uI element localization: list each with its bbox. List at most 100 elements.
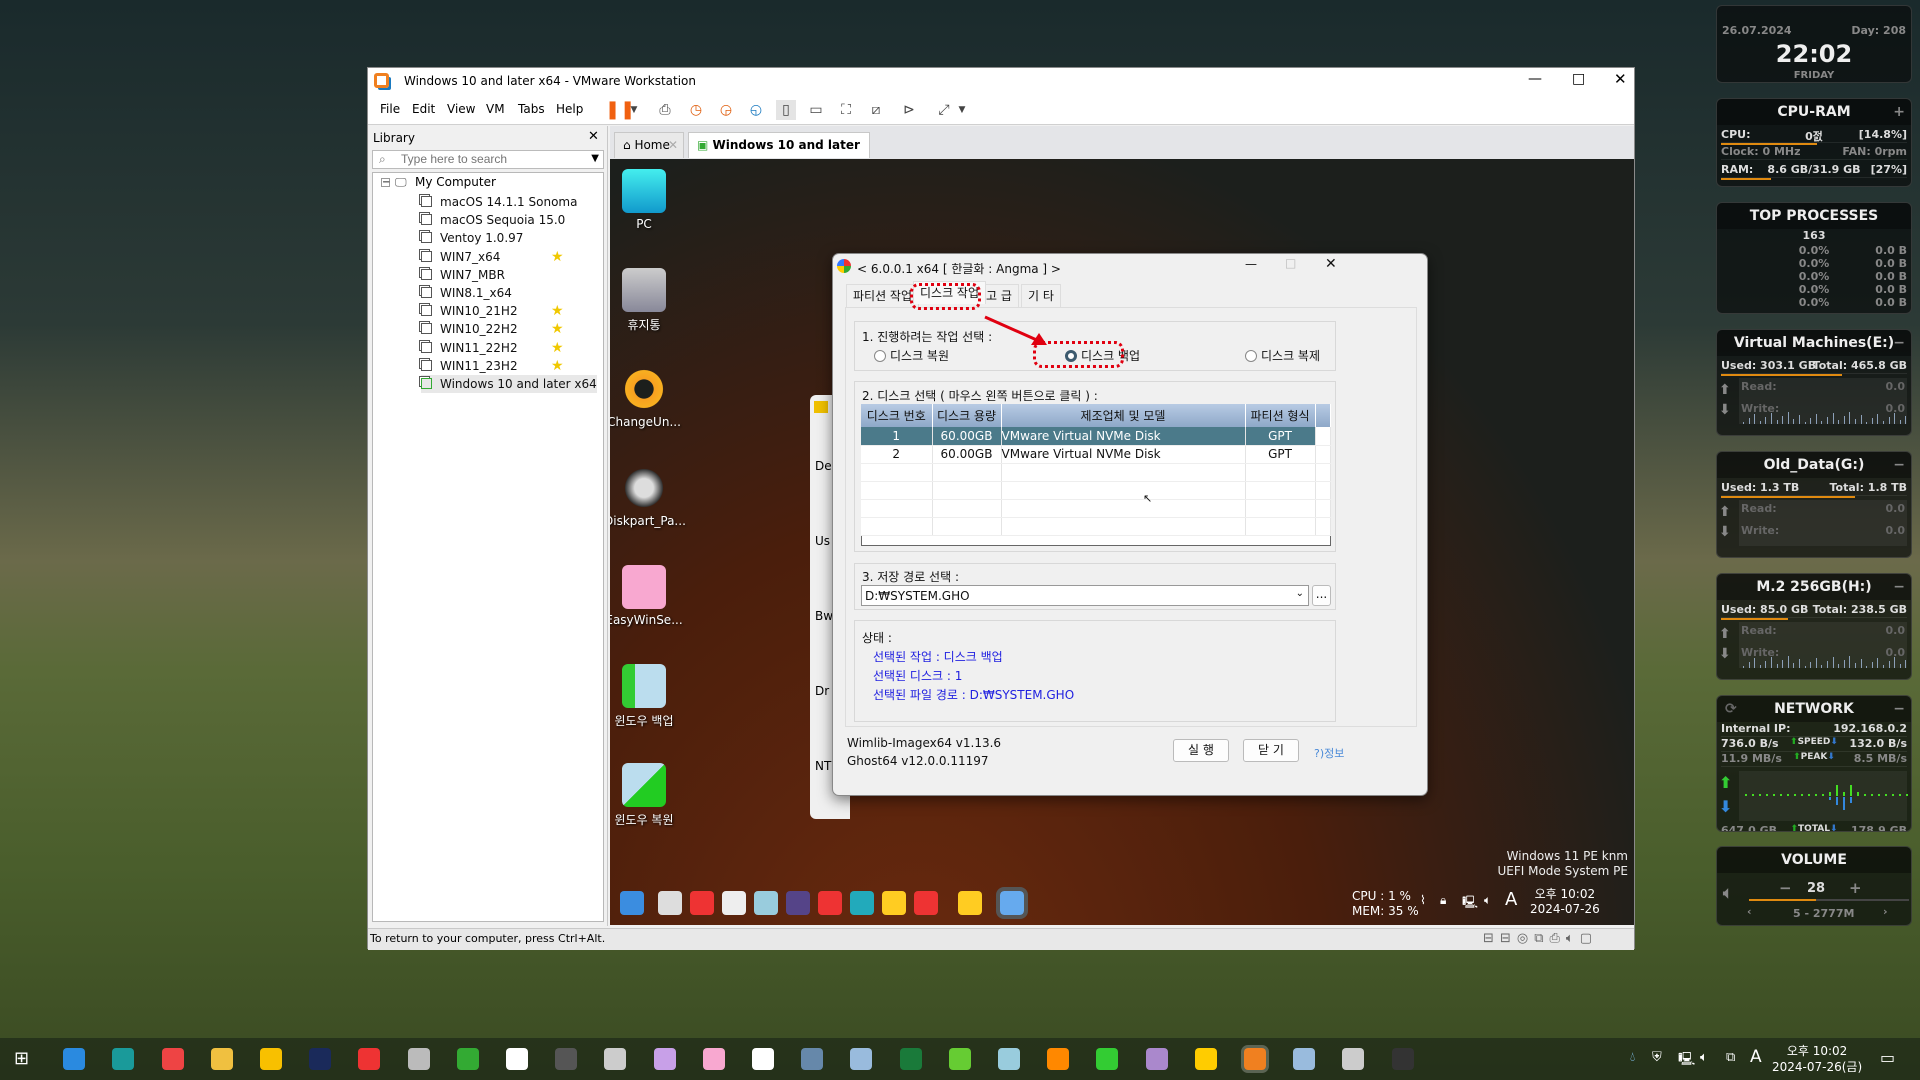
desktop-icon[interactable]: PC (610, 169, 684, 231)
menu-file[interactable]: File (380, 102, 400, 116)
unity-icon[interactable]: ⧄ (866, 100, 886, 120)
desktop-icon[interactable]: ChangeUn... (610, 367, 684, 429)
snapshot-manager-icon[interactable]: ◵ (746, 100, 766, 120)
chevron-down-icon[interactable]: ▼ (591, 153, 599, 164)
table-row[interactable]: 2 60.00GB VMware Virtual NVMe Disk GPT (861, 445, 1331, 464)
library-search[interactable]: ⌕ ▼ (372, 150, 604, 169)
photoshop-icon[interactable] (309, 1048, 332, 1070)
chevron-down-icon[interactable]: ▼ (952, 100, 972, 120)
tree-item-vm[interactable]: WIN7_x64 ★ (421, 248, 564, 266)
app-notes-icon[interactable] (998, 1048, 1020, 1070)
collapse-icon[interactable]: − (1893, 330, 1905, 356)
ime-indicator[interactable]: A (1750, 1047, 1762, 1067)
column-header[interactable]: 디스크 용량 (932, 404, 1002, 427)
tab-home[interactable]: ⌂ Home ✕ (614, 132, 684, 158)
edge-icon[interactable] (112, 1048, 135, 1070)
printer-icon[interactable]: ⎙ (1549, 931, 1565, 946)
desktop-icon[interactable]: 윈도우 복원 (610, 763, 684, 828)
menu-tabs[interactable]: Tabs (518, 102, 545, 116)
network-icon[interactable]: 🖳 (1462, 893, 1478, 914)
volume-icon[interactable]: 🔈︎ (1484, 893, 1491, 908)
app-green-icon[interactable] (948, 1048, 971, 1070)
column-header[interactable]: 디스크 번호 (861, 404, 933, 427)
tree-item-vm[interactable]: WIN7_MBR (421, 266, 505, 284)
minimize-button[interactable]: — (1245, 257, 1257, 271)
tree-item-vm[interactable]: WIN11_23H2 ★ (421, 357, 564, 375)
app-pink-icon[interactable] (702, 1048, 725, 1070)
host-clock[interactable]: 오후 10:02 2024-07-26(금) (1772, 1043, 1862, 1075)
activity-icon[interactable]: ⌇ (1420, 893, 1426, 907)
desktop-icon[interactable]: 윈도우 백업 (610, 664, 684, 729)
column-header[interactable]: 제조업체 및 모델 (1001, 404, 1246, 427)
show-library-icon[interactable]: ▯ (776, 100, 796, 120)
tree-item-vm[interactable]: WIN10_22H2 ★ (421, 320, 564, 338)
collapse-icon[interactable]: − (1893, 696, 1905, 722)
lock-icon[interactable]: 🔒︎ (1440, 893, 1446, 908)
pause-icon[interactable]: ❚❚ (605, 100, 635, 120)
snapshot-icon[interactable]: ◷ (686, 100, 706, 120)
collapse-icon[interactable]: − (1893, 452, 1905, 478)
volume-icon[interactable]: 🔈︎ (1700, 1050, 1708, 1065)
thumbnail-bar-icon[interactable]: ▭ (806, 100, 826, 120)
close-dialog-button[interactable]: 닫 기 (1243, 739, 1299, 762)
ime-indicator[interactable]: A (1505, 889, 1517, 910)
desktop-icon[interactable]: Diskpart_Pa... (610, 466, 686, 528)
chevron-down-icon[interactable]: ▼ (624, 100, 644, 120)
notification-icon[interactable]: ▭ (1880, 1048, 1895, 1067)
search-input[interactable] (401, 152, 571, 166)
app-icon[interactable] (690, 891, 714, 915)
start-icon[interactable] (620, 891, 644, 915)
minimize-button[interactable]: — (1528, 71, 1542, 87)
network-icon[interactable]: 🖳 (1678, 1050, 1695, 1072)
app-bird-icon[interactable] (850, 1048, 873, 1070)
column-header[interactable]: 파티션 형식 (1245, 404, 1316, 427)
app-person-icon[interactable] (801, 1048, 824, 1070)
app-icon[interactable] (658, 891, 682, 915)
app-monitor-icon[interactable] (1342, 1048, 1365, 1070)
app-green2-icon[interactable] (1096, 1048, 1119, 1070)
menu-vm[interactable]: VM (486, 102, 505, 116)
cd-icon[interactable]: ◎ (1517, 931, 1534, 946)
excel-icon[interactable] (899, 1048, 922, 1070)
table-row[interactable]: 1 60.00GB VMware Virtual NVMe Disk GPT (861, 427, 1331, 446)
volume-up-button[interactable]: + (1849, 879, 1862, 897)
prev-track-button[interactable]: ‹ (1747, 905, 1752, 918)
sound-icon[interactable]: 🔈︎ (1566, 931, 1580, 946)
app-icon[interactable] (958, 891, 982, 915)
app-icon[interactable] (850, 891, 874, 915)
obs-icon[interactable] (555, 1048, 578, 1070)
revert-snapshot-icon[interactable]: ◶ (716, 100, 736, 120)
tree-item-vm[interactable]: WIN11_22H2 ★ (421, 339, 564, 357)
guest-clock[interactable]: 오후 10:02 2024-07-26 (1530, 887, 1600, 917)
app-red-icon[interactable] (358, 1048, 381, 1070)
network-adapter-icon[interactable]: ⧉ (1534, 931, 1549, 946)
maximize-button[interactable]: □ (1572, 71, 1585, 87)
tree-item-vm[interactable]: WIN10_21H2 ★ (421, 302, 564, 320)
tab-partition[interactable]: 파티션 작업 (846, 284, 920, 307)
file-explorer-icon[interactable] (210, 1048, 233, 1070)
message-icon[interactable]: ▢ (1580, 931, 1598, 946)
run-button[interactable]: 실 행 (1173, 739, 1229, 762)
volume-slider[interactable] (1749, 899, 1909, 901)
vmware-icon[interactable] (1241, 1045, 1269, 1073)
app-icon[interactable] (786, 891, 810, 915)
close-button[interactable]: ✕ (1325, 256, 1337, 272)
terminal-icon[interactable] (1391, 1048, 1414, 1070)
tree-root[interactable]: My Computer (415, 175, 496, 189)
send-ctrl-alt-del-icon[interactable]: ⎙ (655, 100, 675, 120)
app-icon[interactable] (818, 891, 842, 915)
tab-etc[interactable]: 기 타 (1021, 284, 1061, 307)
close-library-icon[interactable]: ✕ (588, 129, 599, 144)
chrome-icon[interactable] (161, 1048, 184, 1070)
app-icon[interactable] (882, 891, 906, 915)
internet-explorer-icon[interactable] (63, 1048, 86, 1070)
refresh-icon[interactable]: ⟳ (1725, 696, 1737, 722)
menu-edit[interactable]: Edit (412, 102, 435, 116)
volume-down-button[interactable]: − (1779, 879, 1792, 897)
app-i-icon[interactable] (653, 1048, 676, 1070)
droplet-icon[interactable]: 💧︎ (1630, 1050, 1635, 1065)
menu-view[interactable]: View (447, 102, 475, 116)
desktop-icon[interactable]: EasyWinSe... (610, 565, 684, 627)
tree-item-vm[interactable]: WIN8.1_x64 (421, 284, 512, 302)
app-a-icon[interactable] (260, 1048, 282, 1070)
